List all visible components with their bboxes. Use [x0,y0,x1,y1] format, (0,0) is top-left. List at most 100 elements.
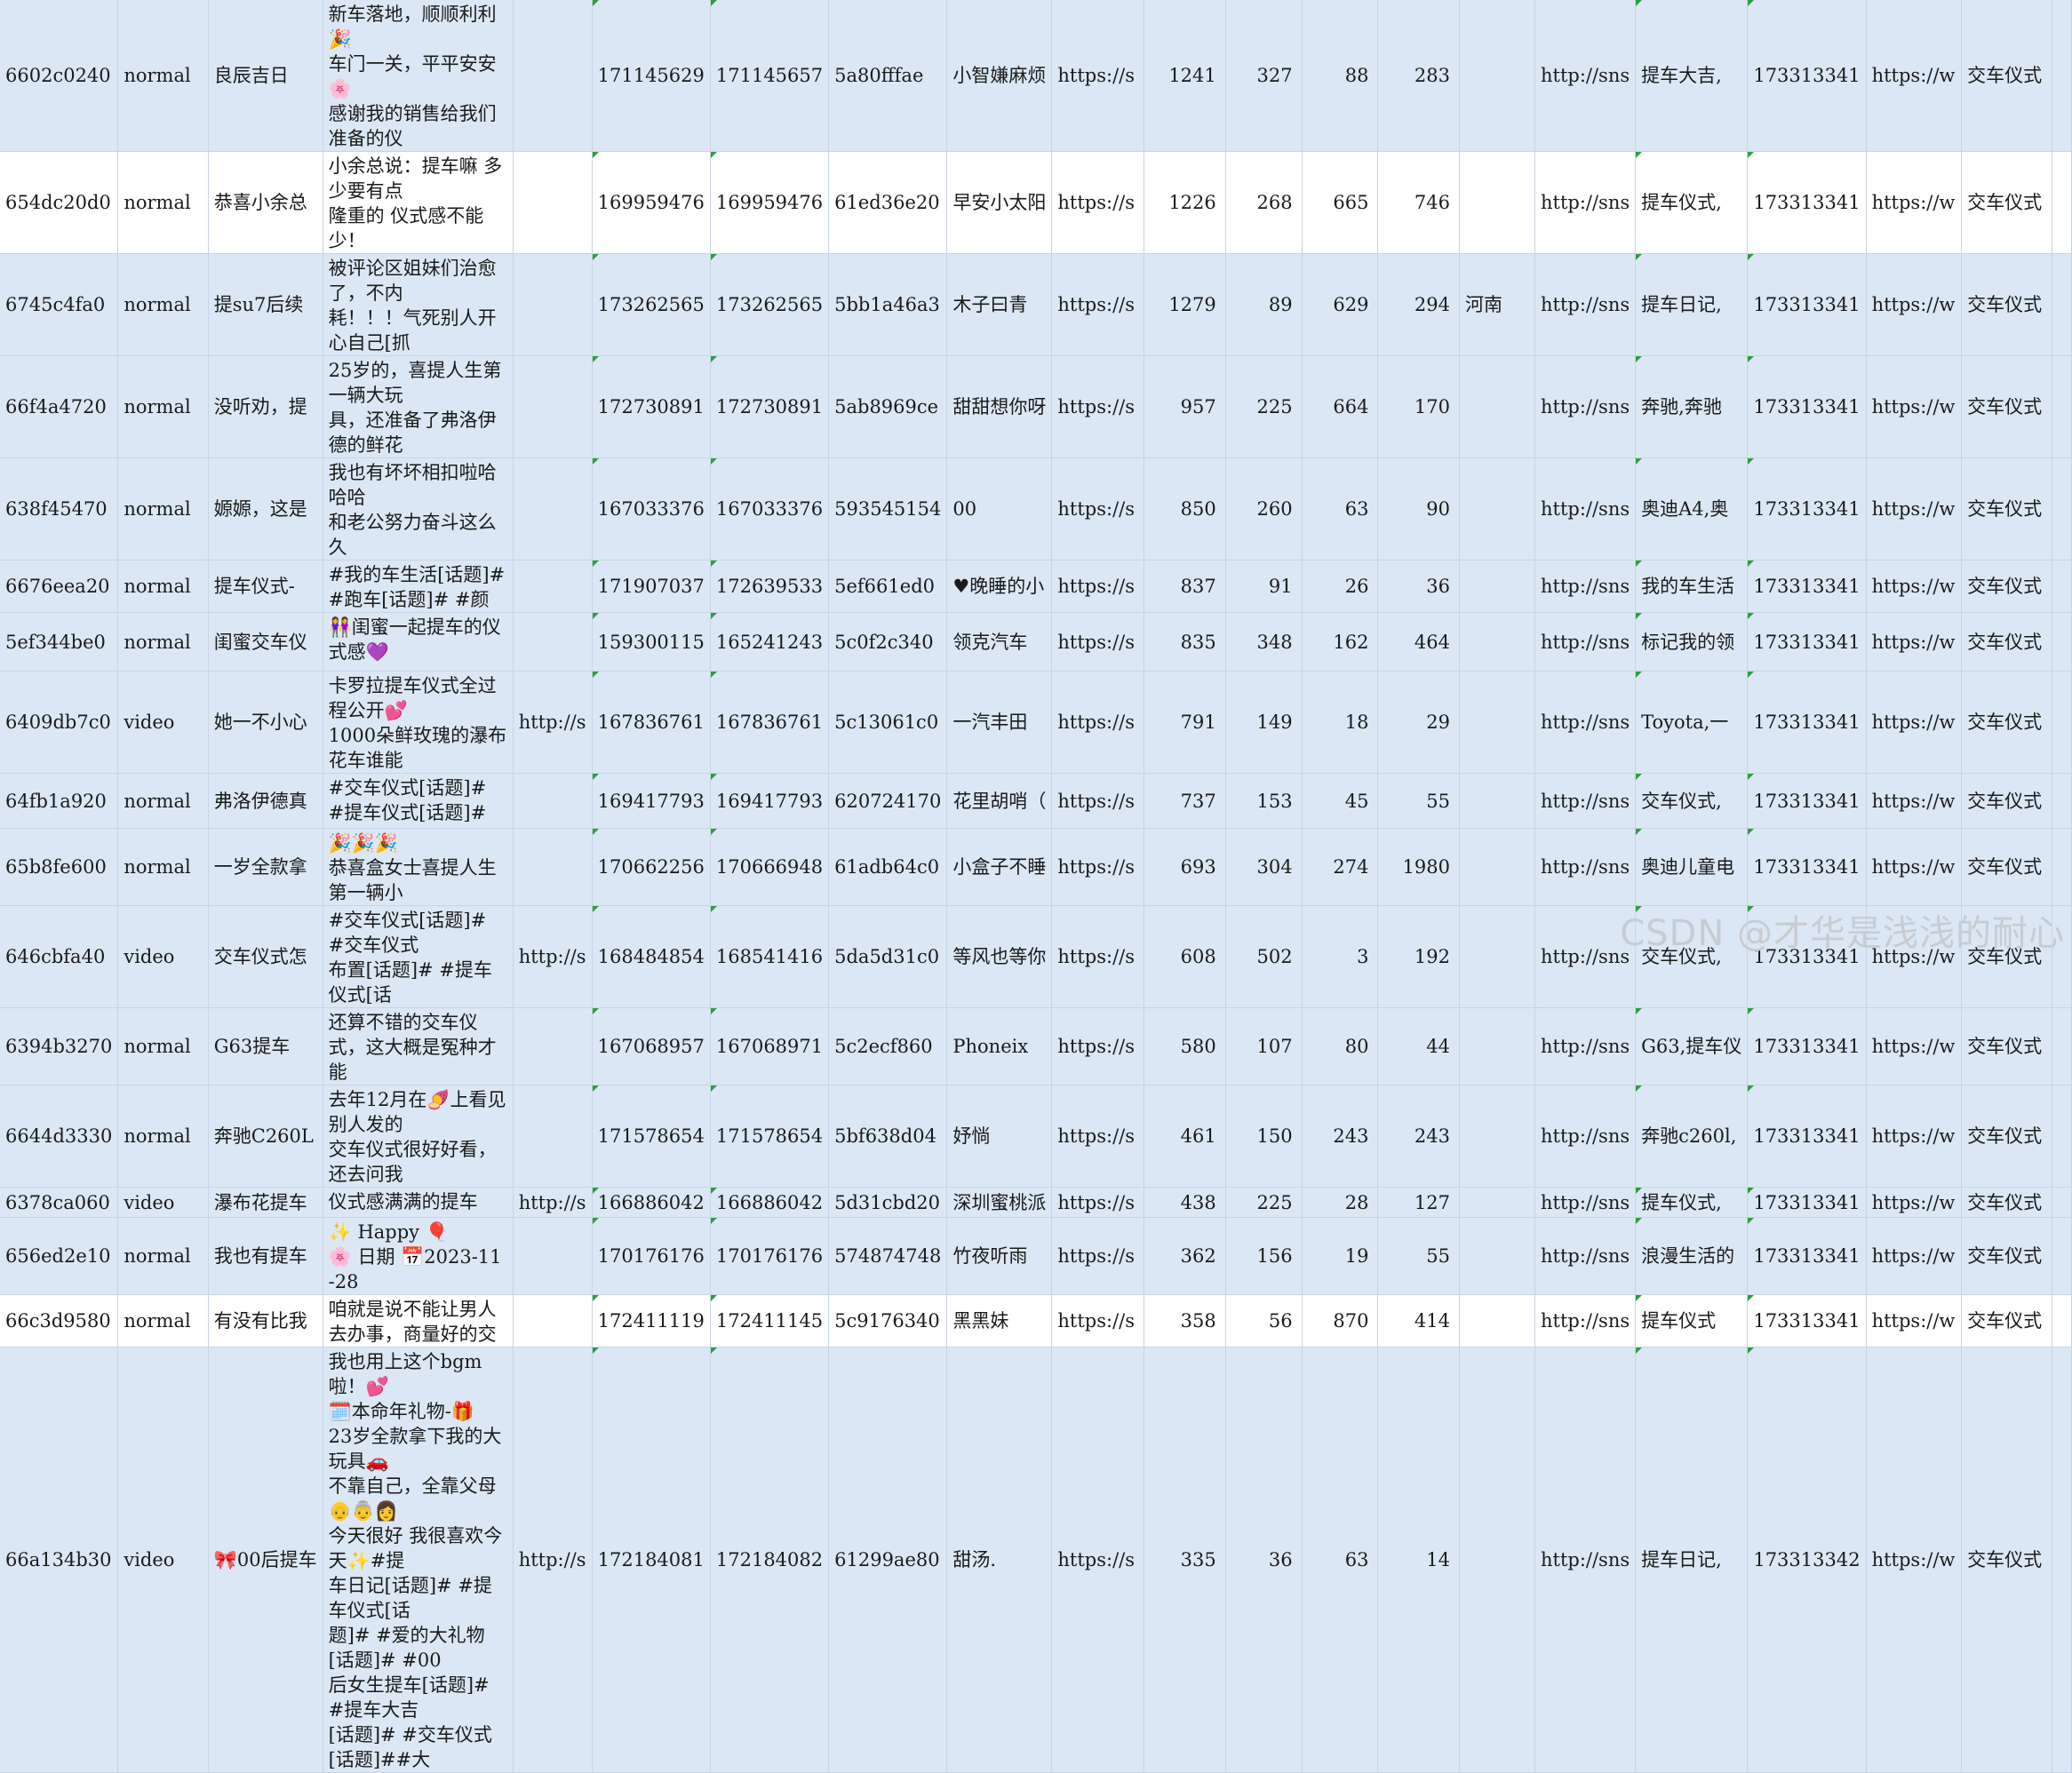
cell-uid[interactable]: 61299ae80 [828,1347,948,1773]
cell-cover[interactable]: http://sns [1534,828,1637,906]
cell-likes[interactable]: 438 [1144,1187,1226,1218]
cell-sid[interactable]: 173313341 [1747,828,1867,906]
cell-media[interactable] [513,457,593,561]
cell-kw[interactable]: 交车仪式 [1961,1085,2052,1188]
cell-desc[interactable]: 去年12月在🍠上看见别人发的 交车仪式很好好看，还去问我 [323,1085,514,1188]
cell-url2[interactable]: https://w [1866,457,1963,561]
cell-blank[interactable] [2052,560,2072,613]
cell-sid[interactable]: 173313341 [1747,457,1867,561]
cell-type[interactable]: video [117,905,209,1008]
cell-sid[interactable]: 173313341 [1747,151,1867,254]
cell-url2[interactable]: https://w [1866,1347,1963,1773]
cell-tags[interactable]: 奥迪儿童电 [1635,828,1749,906]
cell-desc[interactable]: 仪式感满满的提车 [323,1187,514,1218]
cell-sid[interactable]: 173313341 [1747,560,1867,613]
cell-blank[interactable] [2052,828,2072,906]
cell-type[interactable]: normal [117,828,209,906]
cell-link[interactable]: https://s [1051,560,1145,613]
cell-desc[interactable]: 还算不错的交车仪式，这大概是冤种才能 [323,1007,514,1085]
cell-loc[interactable] [1459,1294,1535,1348]
cell-type[interactable]: video [117,1347,209,1773]
cell-link[interactable]: https://s [1051,253,1145,356]
cell-url2[interactable]: https://w [1866,828,1963,906]
cell-t2[interactable]: 171578654 [710,1085,830,1188]
cell-t1[interactable]: 171145629 [592,0,711,152]
cell-loc[interactable] [1459,560,1535,613]
cell-collects[interactable]: 149 [1225,671,1303,774]
cell-sid[interactable]: 173313341 [1747,1085,1867,1188]
cell-t2[interactable]: 172639533 [710,560,830,613]
cell-shares[interactable]: 44 [1377,1007,1460,1085]
cell-desc[interactable]: 小余总说：提车嘛 多少要有点 隆重的 仪式感不能少！ [323,151,514,254]
cell-desc[interactable]: 卡罗拉提车仪式全过程公开💕 1000朵鲜玫瑰的瀑布花车谁能 [323,671,514,774]
cell-id[interactable]: 6676eea20 [0,560,119,613]
cell-title[interactable]: 🎀00后提车 [208,1347,323,1773]
cell-desc[interactable]: 新车落地，顺顺利利🎉 车门一关，平平安安🌸 感谢我的销售给我们准备的仪 [323,0,514,152]
cell-likes[interactable]: 362 [1144,1217,1226,1295]
cell-link[interactable]: https://s [1051,1217,1145,1295]
cell-cover[interactable]: http://sns [1534,0,1637,152]
cell-link[interactable]: https://s [1051,612,1145,672]
cell-likes[interactable]: 1226 [1144,151,1226,254]
cell-title[interactable]: 提车仪式- [208,560,323,613]
cell-kw[interactable]: 交车仪式 [1961,1217,2052,1295]
cell-comments[interactable]: 19 [1302,1217,1379,1295]
cell-uid[interactable]: 5c0f2c340 [828,612,948,672]
cell-tags[interactable]: 提车日记, [1635,253,1749,356]
cell-kw[interactable]: 交车仪式 [1961,1187,2052,1218]
cell-t1[interactable]: 166886042 [592,1187,711,1218]
cell-shares[interactable]: 283 [1377,0,1460,152]
cell-id[interactable]: 66f4a4720 [0,355,119,458]
cell-likes[interactable]: 608 [1144,905,1226,1008]
cell-nick[interactable]: 领克汽车 [946,612,1053,672]
cell-url2[interactable]: https://w [1866,773,1963,829]
cell-url2[interactable]: https://w [1866,671,1963,774]
cell-sid[interactable]: 173313341 [1747,671,1867,774]
cell-media[interactable] [513,1217,593,1295]
cell-uid[interactable]: 593545154 [828,457,948,561]
cell-uid[interactable]: 5bb1a46a3 [828,253,948,356]
cell-comments[interactable]: 26 [1302,560,1379,613]
cell-loc[interactable] [1459,773,1535,829]
cell-cover[interactable]: http://sns [1534,1217,1637,1295]
cell-sid[interactable]: 173313341 [1747,1187,1867,1218]
cell-link[interactable]: https://s [1051,1294,1145,1348]
cell-tags[interactable]: 我的车生活 [1635,560,1749,613]
cell-sid[interactable]: 173313341 [1747,1217,1867,1295]
cell-shares[interactable]: 243 [1377,1085,1460,1188]
cell-id[interactable]: 638f45470 [0,457,119,561]
cell-t1[interactable]: 168484854 [592,905,711,1008]
cell-title[interactable]: 嫄嫄，这是 [208,457,323,561]
cell-t1[interactable]: 167836761 [592,671,711,774]
cell-collects[interactable]: 327 [1225,0,1303,152]
cell-id[interactable]: 656ed2e10 [0,1217,119,1295]
cell-cover[interactable]: http://sns [1534,773,1637,829]
cell-comments[interactable]: 63 [1302,1347,1379,1773]
cell-likes[interactable]: 737 [1144,773,1226,829]
cell-id[interactable]: 6745c4fa0 [0,253,119,356]
cell-id[interactable]: 66c3d9580 [0,1294,119,1348]
cell-url2[interactable]: https://w [1866,253,1963,356]
cell-uid[interactable]: 5da5d31c0 [828,905,948,1008]
cell-url2[interactable]: https://w [1866,1007,1963,1085]
cell-blank[interactable] [2052,1217,2072,1295]
cell-media[interactable] [513,773,593,829]
cell-type[interactable]: normal [117,1294,209,1348]
cell-nick[interactable]: 木子曰青 [946,253,1053,356]
cell-desc[interactable]: #我的车生活[话题]# #跑车[话题]# #颜 [323,560,514,613]
cell-likes[interactable]: 693 [1144,828,1226,906]
cell-shares[interactable]: 55 [1377,773,1460,829]
cell-tags[interactable]: 奥迪A4,奥 [1635,457,1749,561]
cell-title[interactable]: 我也有提车 [208,1217,323,1295]
cell-tags[interactable]: 提车大吉, [1635,0,1749,152]
cell-t2[interactable]: 165241243 [710,612,830,672]
cell-media[interactable] [513,0,593,152]
cell-loc[interactable] [1459,1007,1535,1085]
cell-blank[interactable] [2052,457,2072,561]
cell-tags[interactable]: 浪漫生活的 [1635,1217,1749,1295]
cell-url2[interactable]: https://w [1866,1187,1963,1218]
cell-t2[interactable]: 167068971 [710,1007,830,1085]
cell-desc[interactable]: 被评论区姐妹们治愈了，不内 耗！！！气死别人开心自己[抓 [323,253,514,356]
cell-t2[interactable]: 172184082 [710,1347,830,1773]
cell-id[interactable]: 66a134b30 [0,1347,119,1773]
